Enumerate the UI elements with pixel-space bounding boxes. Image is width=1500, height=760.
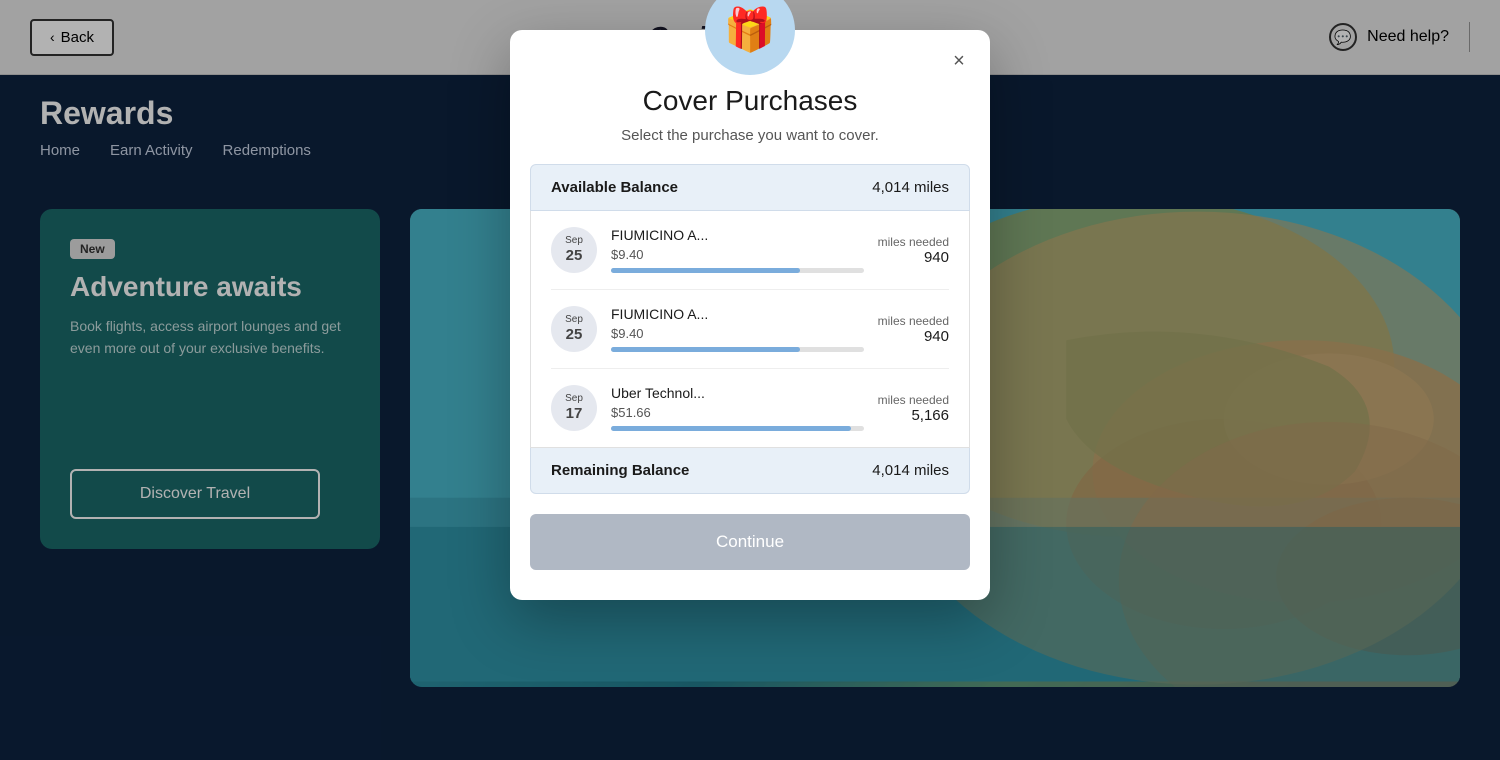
transaction-info-1: FIUMICINO A... $9.40 <box>611 227 864 273</box>
day-2: 25 <box>566 326 583 344</box>
miles-value-1: 940 <box>878 249 949 266</box>
remaining-balance-value: 4,014 miles <box>872 462 949 479</box>
transaction-name-2: FIUMICINO A... <box>611 306 864 322</box>
transaction-name-1: FIUMICINO A... <box>611 227 864 243</box>
miles-value-3: 5,166 <box>878 407 949 424</box>
progress-bar-1 <box>611 268 800 273</box>
date-badge-3: Sep 17 <box>551 385 597 431</box>
date-badge-1: Sep 25 <box>551 227 597 273</box>
transaction-amount-1: $9.40 <box>611 247 864 262</box>
month-1: Sep <box>565 235 583 247</box>
transactions-list: Sep 25 FIUMICINO A... $9.40 miles needed… <box>530 211 970 448</box>
transaction-amount-2: $9.40 <box>611 326 864 341</box>
day-1: 25 <box>566 247 583 265</box>
day-3: 17 <box>566 405 583 423</box>
modal-close-button[interactable]: × <box>943 45 975 77</box>
modal-subtitle: Select the purchase you want to cover. <box>510 127 990 164</box>
transaction-row[interactable]: Sep 25 FIUMICINO A... $9.40 miles needed… <box>551 211 949 290</box>
progress-bar-container-1 <box>611 268 864 273</box>
month-2: Sep <box>565 314 583 326</box>
transaction-name-3: Uber Technol... <box>611 385 864 401</box>
miles-label-3: miles needed <box>878 393 949 407</box>
progress-bar-container-3 <box>611 426 864 431</box>
miles-needed-2: miles needed 940 <box>878 314 949 345</box>
available-balance-row: Available Balance 4,014 miles <box>530 164 970 211</box>
transaction-info-3: Uber Technol... $51.66 <box>611 385 864 431</box>
transaction-row[interactable]: Sep 17 Uber Technol... $51.66 miles need… <box>551 369 949 447</box>
progress-bar-2 <box>611 347 800 352</box>
transaction-row[interactable]: Sep 25 FIUMICINO A... $9.40 miles needed… <box>551 290 949 369</box>
miles-label-1: miles needed <box>878 235 949 249</box>
remaining-balance-label: Remaining Balance <box>551 462 689 479</box>
transaction-amount-3: $51.66 <box>611 405 864 420</box>
available-balance-value: 4,014 miles <box>872 179 949 196</box>
date-badge-2: Sep 25 <box>551 306 597 352</box>
miles-needed-3: miles needed 5,166 <box>878 393 949 424</box>
continue-button[interactable]: Continue <box>530 514 970 570</box>
miles-needed-1: miles needed 940 <box>878 235 949 266</box>
progress-bar-container-2 <box>611 347 864 352</box>
miles-label-2: miles needed <box>878 314 949 328</box>
cover-purchases-modal: 🎁 × Cover Purchases Select the purchase … <box>510 30 990 600</box>
month-3: Sep <box>565 393 583 405</box>
remaining-balance-row: Remaining Balance 4,014 miles <box>530 448 970 494</box>
modal-overlay: 🎁 × Cover Purchases Select the purchase … <box>0 0 1500 760</box>
miles-value-2: 940 <box>878 328 949 345</box>
available-balance-label: Available Balance <box>551 179 678 196</box>
transaction-info-2: FIUMICINO A... $9.40 <box>611 306 864 352</box>
progress-bar-3 <box>611 426 851 431</box>
